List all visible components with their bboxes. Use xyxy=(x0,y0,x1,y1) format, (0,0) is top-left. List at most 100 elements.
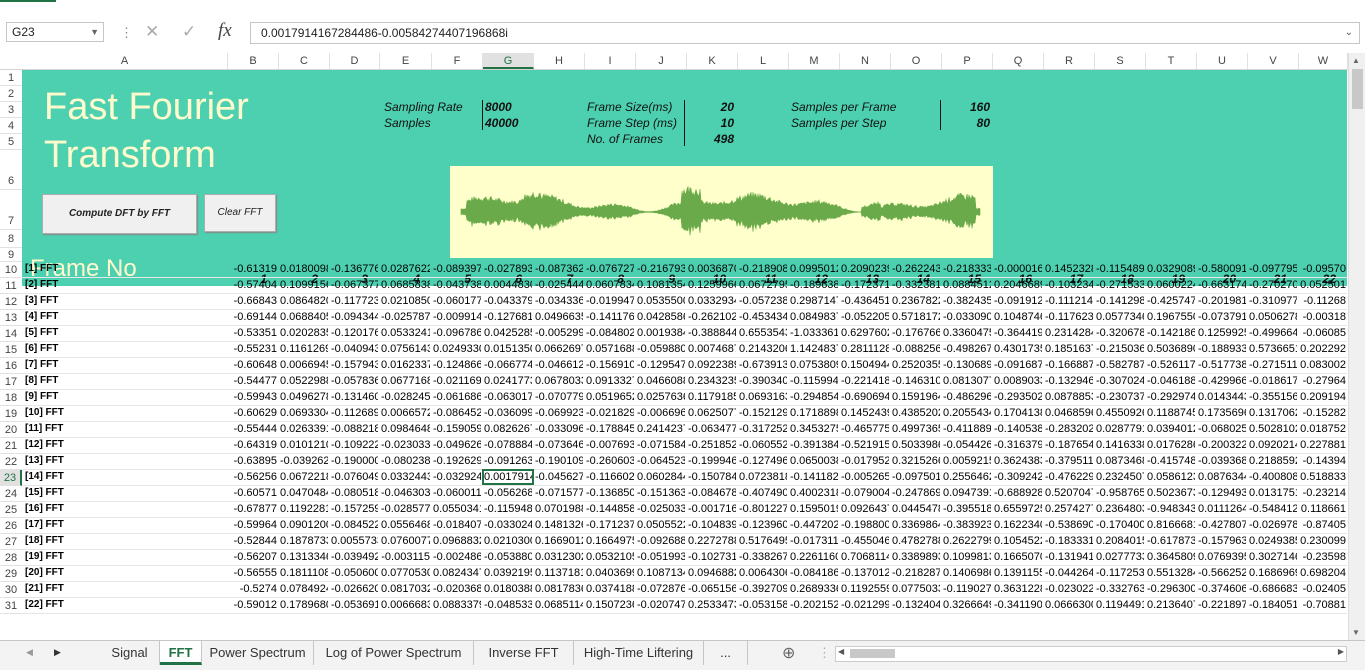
fft-cell[interactable]: -0.033024 xyxy=(484,519,532,531)
fft-cell[interactable]: 0.0180098 xyxy=(280,263,328,275)
fft-cell[interactable]: 0.0055733 xyxy=(331,535,378,547)
fft-cell[interactable]: -0.000016 xyxy=(994,263,1042,275)
fft-cell[interactable]: -0.130689 xyxy=(943,359,991,371)
column-header-v[interactable]: V xyxy=(1248,53,1299,69)
fft-cell[interactable]: -0.002486 xyxy=(433,551,481,563)
frame-label[interactable]: [15] FFT xyxy=(25,487,64,498)
fft-cell[interactable]: -0.033090 xyxy=(943,311,991,323)
row-header-16[interactable]: 16 xyxy=(0,358,22,374)
expand-formula-icon[interactable]: ⌄ xyxy=(1345,23,1353,43)
fft-cell[interactable]: 0.0824347 xyxy=(433,567,481,579)
fft-cell[interactable]: -0.067377 xyxy=(331,279,378,291)
column-header-n[interactable]: N xyxy=(840,53,891,69)
row-header-29[interactable]: 29 xyxy=(0,566,22,582)
fft-cell[interactable]: -0.039492 xyxy=(331,551,378,563)
fft-cell[interactable]: -0.065156 xyxy=(688,583,736,595)
fft-cell[interactable]: 0.1313346 xyxy=(280,551,328,563)
fft-cell[interactable]: 0.0428586 xyxy=(637,311,685,323)
fft-cell[interactable]: -0.127496 xyxy=(739,455,787,467)
fft-cell[interactable]: -0.063017 xyxy=(484,391,532,403)
fft-cell[interactable]: 0.0817032 xyxy=(381,583,430,595)
fft-cell[interactable]: -0.084802 xyxy=(586,327,634,339)
fft-cell[interactable]: 0.018752 xyxy=(1300,423,1346,435)
fft-cell[interactable]: -0.425747 xyxy=(1147,295,1195,307)
fft-cell[interactable]: 0.4997365 xyxy=(892,423,940,435)
frame-label[interactable]: [21] FFT xyxy=(25,583,64,594)
fft-cell[interactable]: -0.026978 xyxy=(1249,519,1297,531)
fft-cell[interactable]: 0.2520355 xyxy=(892,359,940,371)
fft-cell[interactable]: 0.0044830 xyxy=(484,279,532,291)
fft-cell[interactable]: 0.1416338 xyxy=(1096,439,1144,451)
fft-cell[interactable]: -0.411889 xyxy=(943,423,991,435)
fft-cell[interactable]: -0.021829 xyxy=(586,407,634,419)
fft-cell[interactable]: 0.1192559 xyxy=(841,583,889,595)
fft-cell[interactable]: -0.071577 xyxy=(535,487,583,499)
fft-cell[interactable]: 0.0602844 xyxy=(637,471,685,483)
fft-cell[interactable]: -0.080238 xyxy=(381,455,430,467)
fft-cell[interactable]: -0.486296 xyxy=(943,391,991,403)
fft-cell[interactable]: 0.4002318 xyxy=(790,487,838,499)
fft-cell[interactable]: 0.3369864 xyxy=(892,519,940,531)
frame-label[interactable]: [1] FFT xyxy=(25,263,58,274)
tab-scroll-right-icon[interactable]: ▶ xyxy=(54,647,61,658)
fft-cell[interactable]: -0.039368 xyxy=(1198,455,1246,467)
fft-cell[interactable]: -0.688928 xyxy=(994,487,1042,499)
fft-cell[interactable]: -0.218287 xyxy=(892,567,940,579)
column-header-a[interactable]: A xyxy=(22,53,228,69)
fft-cell[interactable]: -0.023033 xyxy=(381,439,430,451)
fft-cell[interactable]: -0.060011 xyxy=(433,487,481,499)
fft-cell[interactable]: -0.383923 xyxy=(943,519,991,531)
fft-cell[interactable]: -0.55444 xyxy=(229,423,277,435)
fft-cell[interactable]: -0.200322 xyxy=(1198,439,1246,451)
add-sheet-icon[interactable]: ⊕ xyxy=(782,643,795,663)
fft-cell[interactable]: -0.320678 xyxy=(1096,327,1144,339)
row-header-7[interactable]: 7 xyxy=(0,190,22,230)
fft-cell[interactable]: -0.141182 xyxy=(790,471,838,483)
tab-high-time-liftering[interactable]: High-Time Liftering xyxy=(574,641,704,665)
fft-cell[interactable]: 0.0864820 xyxy=(280,295,328,307)
fft-cell[interactable]: 0.2364803 xyxy=(1096,503,1144,515)
fft-cell[interactable]: 0.0813077 xyxy=(943,375,991,387)
row-header-24[interactable]: 24 xyxy=(0,486,22,502)
fft-cell[interactable]: -0.215036 xyxy=(1096,343,1144,355)
fft-cell[interactable]: -0.084186 xyxy=(790,567,838,579)
fft-cell[interactable]: -0.415748 xyxy=(1147,455,1195,467)
fft-cell[interactable]: 0.1192281 xyxy=(280,503,328,515)
fft-cell[interactable]: 0.1452439 xyxy=(841,407,889,419)
fft-cell[interactable]: -0.87405 xyxy=(1300,519,1346,531)
fft-cell[interactable]: 0.0693163 xyxy=(739,391,787,403)
fft-cell[interactable]: 0.0693304 xyxy=(280,407,328,419)
waveform-chart[interactable] xyxy=(450,166,993,258)
fft-cell[interactable]: -0.096786 xyxy=(433,327,481,339)
fft-cell[interactable]: -0.009914 xyxy=(433,311,481,323)
fft-cell[interactable]: 0.2533473 xyxy=(688,599,736,611)
frame-label[interactable]: [6] FFT xyxy=(25,343,58,354)
fft-cell[interactable]: -0.548412 xyxy=(1249,503,1297,515)
fft-cell[interactable]: -0.176766 xyxy=(892,327,940,339)
fft-cell[interactable]: -0.310977 xyxy=(1249,295,1297,307)
row-header-23[interactable]: 23 xyxy=(0,470,22,486)
fft-cell[interactable]: 0.0425285 xyxy=(484,327,532,339)
fft-cell[interactable]: 0.0532105 xyxy=(586,551,634,563)
fft-cell[interactable]: -0.115994 xyxy=(790,375,838,387)
fft-cell[interactable]: -0.131941 xyxy=(1045,551,1093,563)
fft-cell[interactable]: -0.059880 xyxy=(637,343,685,355)
fft-cell[interactable]: -0.056268 xyxy=(484,487,532,499)
fft-cell[interactable]: 0.5513284 xyxy=(1147,567,1195,579)
fft-cell[interactable]: -0.617873 xyxy=(1147,535,1195,547)
fft-cell[interactable]: -0.57404 xyxy=(229,279,277,291)
fft-cell[interactable]: -0.076727 xyxy=(586,263,634,275)
fft-cell[interactable]: 0.0519652 xyxy=(586,391,634,403)
horizontal-scrollbar[interactable]: ◀ ▶ xyxy=(835,646,1347,662)
fft-cell[interactable]: -0.187654 xyxy=(1045,439,1093,451)
column-header-i[interactable]: I xyxy=(585,53,636,69)
column-header-e[interactable]: E xyxy=(380,53,432,69)
fft-cell[interactable]: 0.1081354 xyxy=(637,279,685,291)
fft-cell[interactable]: -0.374606 xyxy=(1198,583,1246,595)
fft-cell[interactable]: -0.476229 xyxy=(1045,471,1093,483)
fft-cell[interactable]: 0.0769395 xyxy=(1198,551,1246,563)
fft-cell[interactable]: -0.23598 xyxy=(1300,551,1346,563)
fft-cell[interactable]: 0.2136407 xyxy=(1147,599,1195,611)
row-header-17[interactable]: 17 xyxy=(0,374,22,390)
fft-cell[interactable]: 0.083002 xyxy=(1300,359,1346,371)
